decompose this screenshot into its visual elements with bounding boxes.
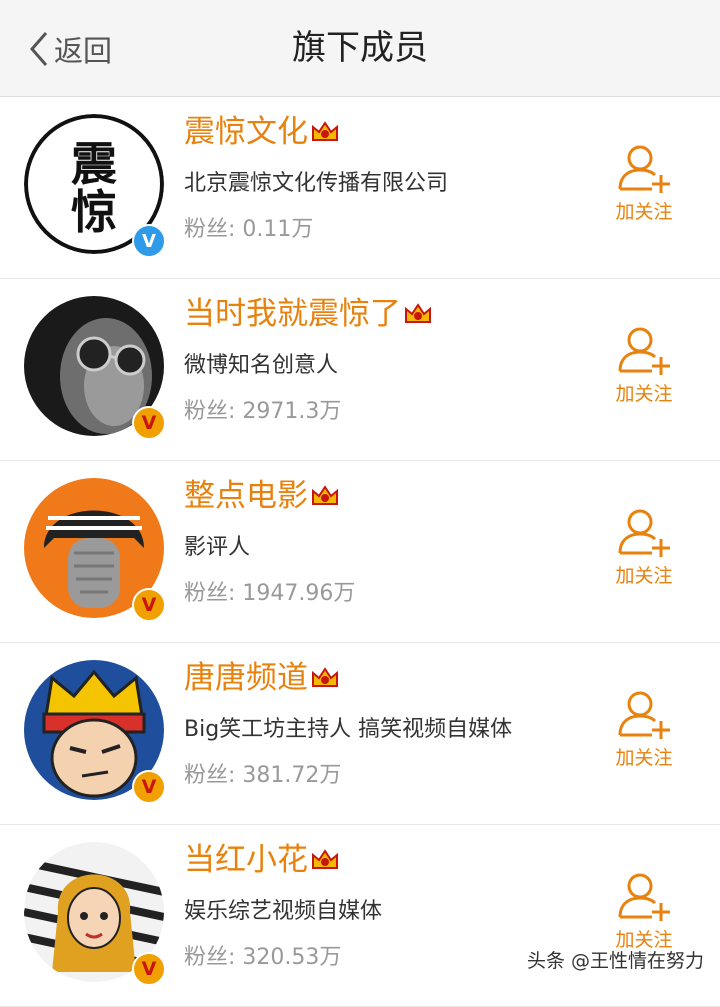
list-item[interactable]: V 当红小花 娱乐综艺视频自媒体 粉丝: 320.53万 加关注 [0,825,720,1007]
follow-label: 加关注 [615,565,673,587]
member-name[interactable]: 震惊文化 [184,111,308,153]
verified-badge-icon: V [132,770,166,804]
page-title: 旗下成员 [292,28,428,68]
verified-badge-icon: V [132,224,166,258]
add-user-icon [618,509,670,557]
follow-label: 加关注 [615,747,673,769]
vip-crown-icon [405,303,431,323]
member-name[interactable]: 当时我就震惊了 [184,293,401,335]
vip-crown-icon [312,667,338,687]
follow-button[interactable]: 加关注 [606,141,682,225]
avatar-logo-char-2: 惊 [71,185,117,239]
member-description: 微博知名创意人 [184,353,339,378]
add-user-icon [618,145,670,193]
member-name[interactable]: 当红小花 [184,839,308,881]
add-user-icon [618,327,670,375]
add-user-icon [618,873,670,921]
watermark: 头条 @王性情在努力 [526,950,704,972]
follow-button[interactable]: 加关注 [606,323,682,407]
follow-label: 加关注 [615,201,673,223]
vip-crown-icon [312,121,338,141]
verified-badge-icon: V [132,406,166,440]
avatar-container[interactable]: V [24,478,166,622]
member-description: 影评人 [184,535,251,560]
fans-count: 粉丝: 2971.3万 [184,399,342,424]
member-list: 震 惊 V 震惊文化 北京震惊文化传播有限公司 粉丝: 0.11万 加关注 V … [0,97,720,1007]
follow-button[interactable]: 加关注 [606,687,682,771]
member-description: 北京震惊文化传播有限公司 [184,171,449,196]
list-item[interactable]: V 整点电影 影评人 粉丝: 1947.96万 加关注 [0,461,720,643]
list-item[interactable]: V 唐唐频道 Big笑工坊主持人 搞笑视频自媒体 粉丝: 381.72万 加关注 [0,643,720,825]
follow-label: 加关注 [615,383,673,405]
avatar-logo-char-1: 震 [71,137,117,191]
fans-count: 粉丝: 1947.96万 [184,581,356,606]
follow-button[interactable]: 加关注 [606,505,682,589]
list-item[interactable]: 震 惊 V 震惊文化 北京震惊文化传播有限公司 粉丝: 0.11万 加关注 [0,97,720,279]
member-name[interactable]: 整点电影 [184,475,308,517]
vip-crown-icon [312,485,338,505]
follow-button[interactable]: 加关注 [606,869,682,953]
fans-count: 粉丝: 381.72万 [184,763,342,788]
add-user-icon [618,691,670,739]
verified-badge-icon: V [132,952,166,986]
avatar-container[interactable]: V [24,842,166,986]
avatar-container[interactable]: V [24,296,166,440]
vip-crown-icon [312,849,338,869]
list-item[interactable]: V 当时我就震惊了 微博知名创意人 粉丝: 2971.3万 加关注 [0,279,720,461]
avatar-container[interactable]: 震 惊 V [24,114,166,258]
fans-count: 粉丝: 0.11万 [184,217,314,242]
verified-badge-icon: V [132,588,166,622]
avatar-container[interactable]: V [24,660,166,804]
member-description: 娱乐综艺视频自媒体 [184,899,383,924]
member-name[interactable]: 唐唐频道 [184,657,308,699]
member-description: Big笑工坊主持人 搞笑视频自媒体 [184,717,513,742]
top-navigation-bar: 返回 旗下成员 [0,0,720,97]
